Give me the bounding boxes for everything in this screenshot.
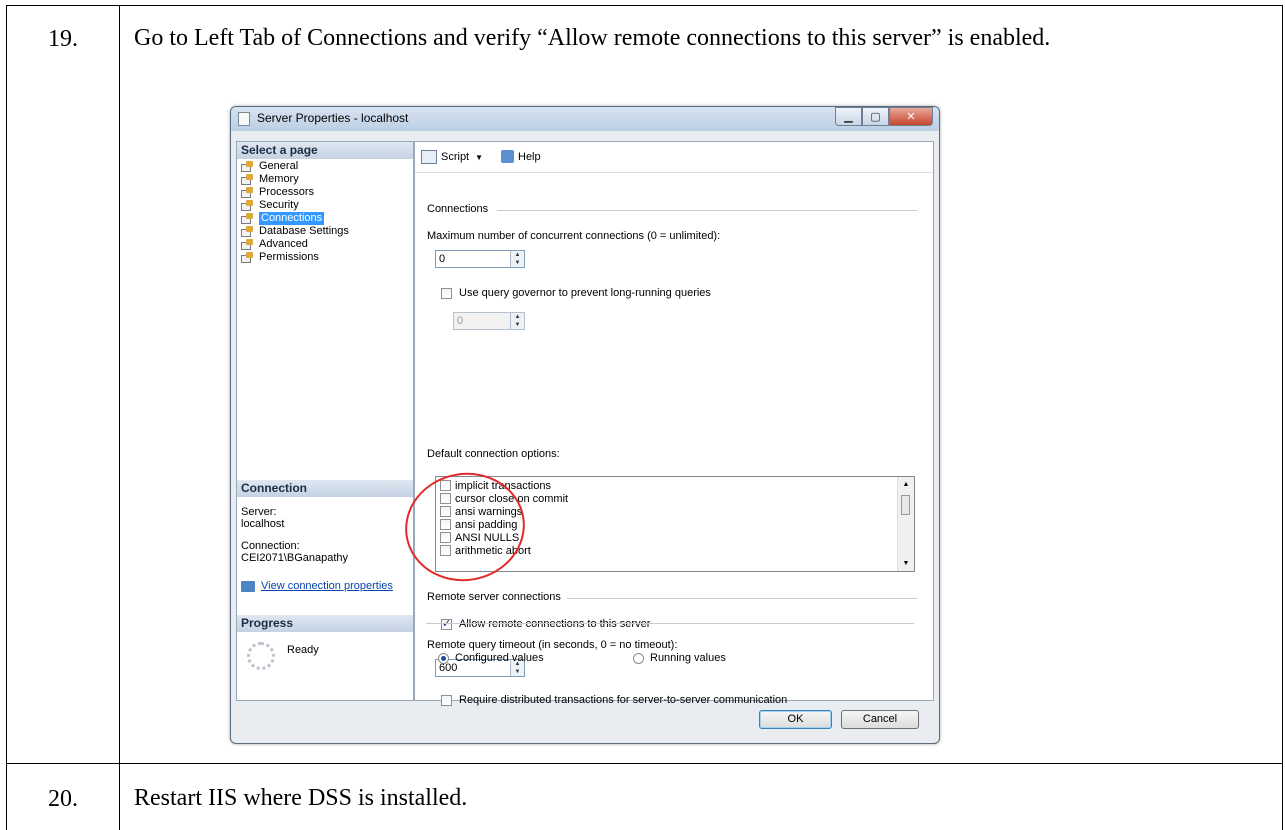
cancel-button[interactable]: Cancel — [841, 710, 919, 729]
help-button[interactable]: Help — [501, 150, 541, 163]
server-properties-dialog: Server Properties - localhost ▁ ▢ ✕ Sele… — [230, 106, 940, 744]
page-item-permissions[interactable]: Permissions — [241, 251, 319, 264]
step-number: 20. — [48, 786, 78, 812]
configured-values-label: Configured values — [455, 652, 544, 664]
minimize-button[interactable]: ▁ — [835, 107, 862, 126]
page-item-database-settings[interactable]: Database Settings — [241, 225, 349, 238]
wrench-page-icon — [241, 239, 255, 250]
ok-button[interactable]: OK — [759, 710, 832, 729]
max-connections-label: Maximum number of concurrent connections… — [427, 230, 721, 242]
query-governor-checkbox[interactable] — [441, 288, 452, 299]
minimize-icon: ▁ — [844, 111, 853, 123]
progress-status: Ready — [287, 644, 319, 656]
wrench-page-icon — [241, 187, 255, 198]
scroll-up-icon[interactable]: ▲ — [898, 481, 914, 488]
help-icon — [501, 150, 514, 163]
right-pane: Script ▼ Help Connections Maximum number… — [414, 141, 934, 706]
step-text: Restart IIS where DSS is installed. — [134, 785, 468, 811]
connections-group-label: Connections — [427, 203, 489, 215]
connection-value: CEI2071\BGanapathy — [241, 552, 349, 564]
maximize-icon: ▢ — [870, 111, 881, 123]
left-pane: Select a page General Memory Processors … — [236, 141, 414, 701]
view-connection-properties[interactable]: View connection properties — [241, 580, 393, 592]
scroll-down-icon[interactable]: ▼ — [898, 560, 914, 567]
view-connection-link[interactable]: View connection properties — [261, 580, 393, 592]
progress-spinner-icon — [247, 642, 275, 670]
title-bar: Server Properties - localhost ▁ ▢ ✕ — [231, 107, 939, 131]
toolbar: Script ▼ Help — [415, 142, 933, 173]
remote-group-label: Remote server connections — [427, 591, 561, 603]
close-button[interactable]: ✕ — [889, 107, 933, 126]
wrench-page-icon — [241, 161, 255, 172]
page-item-processors[interactable]: Processors — [241, 186, 314, 199]
scroll-thumb[interactable] — [901, 495, 910, 515]
wrench-page-icon — [241, 226, 255, 237]
group-divider — [497, 210, 917, 211]
select-page-header: Select a page — [237, 142, 413, 159]
connection-properties-icon — [241, 580, 255, 592]
table-border-left — [6, 5, 7, 830]
dialog-title: Server Properties - localhost — [257, 111, 409, 125]
wrench-page-icon — [241, 252, 255, 263]
dropdown-arrow-icon: ▼ — [475, 152, 484, 162]
table-column-divider — [119, 5, 120, 830]
list-scrollbar[interactable]: ▲ ▼ — [897, 477, 914, 571]
max-connections-stepper[interactable]: 0 ▲ ▼ — [435, 250, 525, 268]
page-item-advanced[interactable]: Advanced — [241, 238, 308, 251]
close-icon: ✕ — [906, 111, 916, 123]
script-icon — [421, 150, 437, 164]
page-item-general[interactable]: General — [241, 160, 298, 173]
wrench-page-icon — [241, 174, 255, 185]
allow-remote-label: Allow remote connections to this server — [459, 618, 651, 630]
connection-header: Connection — [237, 480, 413, 497]
group-divider — [567, 598, 917, 599]
running-values-label: Running values — [650, 652, 726, 664]
allow-remote-checkbox[interactable] — [441, 617, 452, 630]
script-button[interactable]: Script ▼ — [421, 150, 483, 164]
require-distributed-label: Require distributed transactions for ser… — [459, 694, 788, 706]
document-icon — [238, 112, 250, 126]
require-distributed-checkbox[interactable] — [441, 695, 452, 706]
configured-values-radio[interactable] — [438, 653, 449, 664]
query-governor-stepper[interactable]: 0 ▲ ▼ — [453, 312, 525, 330]
step-text: Go to Left Tab of Connections and verify… — [134, 25, 1051, 51]
running-values-radio[interactable] — [633, 653, 644, 664]
wrench-page-icon — [241, 200, 255, 211]
table-border-right — [1282, 5, 1283, 830]
spin-arrows-icon[interactable]: ▲ ▼ — [510, 251, 524, 267]
step-number: 19. — [48, 26, 78, 52]
progress-header: Progress — [237, 615, 413, 632]
group-divider — [426, 623, 914, 624]
maximize-button[interactable]: ▢ — [862, 107, 889, 126]
server-value: localhost — [241, 518, 285, 530]
page-item-security[interactable]: Security — [241, 199, 299, 212]
spin-arrows-icon[interactable]: ▲ ▼ — [510, 313, 524, 329]
table-row-divider — [6, 763, 1283, 764]
query-governor-label: Use query governor to prevent long-runni… — [459, 287, 711, 299]
connection-label: Connection: — [241, 540, 300, 552]
server-label: Server: — [241, 506, 277, 518]
default-options-label: Default connection options: — [427, 448, 560, 460]
page-item-connections[interactable]: Connections — [241, 212, 325, 225]
remote-timeout-label: Remote query timeout (in seconds, 0 = no… — [427, 639, 678, 651]
wrench-page-icon — [241, 213, 255, 224]
table-border-top — [6, 5, 1283, 6]
page-item-memory[interactable]: Memory — [241, 173, 299, 186]
